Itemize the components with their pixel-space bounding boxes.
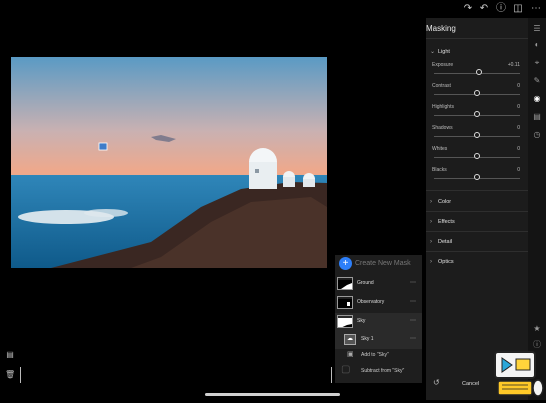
mask-panel: + Create New Mask Ground ⋯ Observatory ⋯…	[335, 255, 422, 383]
divider	[426, 231, 528, 232]
mask-item-label: Observatory	[357, 299, 385, 305]
crop-icon[interactable]: ⌖	[532, 58, 542, 68]
slider-thumb[interactable]	[474, 132, 480, 138]
watermark-logo	[494, 350, 544, 398]
mask-thumbnail	[337, 296, 353, 309]
slider-contrast[interactable]: Contrast 0	[432, 83, 522, 103]
section-color[interactable]: › Color	[430, 199, 451, 205]
mask-thumbnail	[337, 315, 353, 328]
slider-value: +0.11	[507, 62, 520, 68]
slider-label: Exposure	[432, 62, 454, 68]
reset-icon[interactable]: ↺	[433, 378, 440, 387]
slider-exposure[interactable]: Exposure +0.11	[432, 62, 522, 82]
section-detail-label: Detail	[438, 239, 453, 245]
section-light[interactable]: ⌄ Light	[430, 48, 450, 55]
healing-icon[interactable]: ✎	[532, 76, 542, 86]
slider-label: Blacks	[432, 167, 447, 173]
mask-subitem-sky-1[interactable]: ☁ Sky 1 ⋯	[335, 331, 422, 349]
trash-icon[interactable]: 🗑	[5, 370, 15, 380]
chevron-right-icon: ›	[430, 219, 432, 225]
sliders-icon[interactable]: ☰	[532, 24, 542, 34]
divider	[426, 251, 528, 252]
more-icon[interactable]: ⋯	[410, 335, 416, 342]
slider-thumb[interactable]	[474, 90, 480, 96]
subtract-mask-icon: ▢	[341, 364, 351, 375]
more-icon[interactable]: ⋯	[530, 3, 542, 15]
home-indicator	[205, 393, 340, 396]
create-mask-label: Create New Mask	[355, 260, 411, 267]
subtract-from-sky-button[interactable]: Subtract from "Sky"	[361, 368, 404, 374]
slider-value: 0	[517, 125, 520, 131]
slider-blacks[interactable]: Blacks 0	[432, 167, 522, 187]
mask-subitem-label: Sky 1	[361, 336, 374, 342]
divider	[331, 367, 332, 383]
tool-rail: ☰ ◐ ⌖ ✎ ◉ ▤ ◷ ★ ⓘ	[528, 18, 546, 400]
edit-mask-icon[interactable]: ▤	[5, 350, 15, 360]
add-to-sky-button[interactable]: Add to "Sky"	[361, 352, 389, 358]
more-icon[interactable]: ⋯	[410, 279, 416, 286]
slider-label: Contrast	[432, 83, 451, 89]
chevron-right-icon: ›	[430, 199, 432, 205]
sky-select-icon: ☁	[344, 334, 356, 345]
more-icon[interactable]: ⋯	[410, 317, 416, 324]
chevron-down-icon: ⌄	[430, 49, 436, 55]
adjustments-panel: Masking ⌄ Light › Color › Effects › Detail ›…	[426, 18, 528, 400]
masking-icon[interactable]: ◉	[532, 94, 542, 104]
section-detail[interactable]: › Detail	[430, 239, 452, 245]
more-icon[interactable]: ⋯	[410, 298, 416, 305]
divider	[426, 211, 528, 212]
mask-item-label: Sky	[357, 318, 366, 324]
slider-value: 0	[517, 104, 520, 110]
compare-icon[interactable]: ◫	[512, 3, 524, 15]
chevron-right-icon: ›	[430, 259, 432, 265]
mask-item-sky[interactable]: Sky ⋯	[335, 313, 422, 331]
help-icon[interactable]: ⓘ	[495, 3, 507, 15]
section-effects-label: Effects	[438, 219, 455, 225]
photo-canvas[interactable]	[11, 57, 327, 268]
chevron-right-icon: ›	[430, 239, 432, 245]
slider-value: 0	[517, 167, 520, 173]
top-toolbar: ↷ ↶ ⓘ ◫ ⋯	[0, 0, 546, 18]
mask-thumbnail	[337, 277, 353, 290]
cancel-button[interactable]: Cancel	[462, 381, 479, 387]
slider-label: Whites	[432, 146, 448, 152]
slider-highlights[interactable]: Highlights 0	[432, 104, 522, 124]
section-effects[interactable]: › Effects	[430, 219, 455, 225]
slider-whites[interactable]: Whites 0	[432, 146, 522, 166]
slider-label: Shadows	[432, 125, 453, 131]
info-icon[interactable]: ⓘ	[532, 340, 542, 350]
star-icon[interactable]: ★	[532, 324, 542, 334]
history-icon[interactable]: ◷	[532, 130, 542, 140]
create-mask-button[interactable]: +	[339, 257, 352, 270]
versions-icon[interactable]: ▤	[532, 112, 542, 122]
divider	[426, 190, 528, 191]
panel-title: Masking	[426, 24, 456, 33]
add-mask-icon: ▣	[347, 351, 354, 358]
slider-thumb[interactable]	[474, 111, 480, 117]
slider-thumb[interactable]	[474, 174, 480, 180]
section-optics[interactable]: › Optics	[430, 259, 454, 265]
section-light-label: Light	[438, 49, 450, 55]
divider	[20, 367, 21, 383]
divider	[426, 38, 528, 39]
section-color-label: Color	[438, 199, 452, 205]
slider-shadows[interactable]: Shadows 0	[432, 125, 522, 145]
slider-value: 0	[517, 146, 520, 152]
undo-icon[interactable]: ↶	[478, 3, 490, 15]
mask-item-ground[interactable]: Ground ⋯	[335, 275, 422, 293]
section-optics-label: Optics	[438, 259, 454, 265]
landscape-photo	[11, 57, 327, 268]
redo-icon[interactable]: ↷	[462, 3, 474, 15]
slider-value: 0	[517, 83, 520, 89]
mask-item-label: Ground	[357, 280, 374, 286]
presets-icon[interactable]: ◐	[532, 40, 542, 50]
mask-item-observatory[interactable]: Observatory ⋯	[335, 294, 422, 312]
slider-thumb[interactable]	[475, 69, 482, 75]
slider-thumb[interactable]	[474, 153, 480, 159]
slider-label: Highlights	[432, 104, 454, 110]
